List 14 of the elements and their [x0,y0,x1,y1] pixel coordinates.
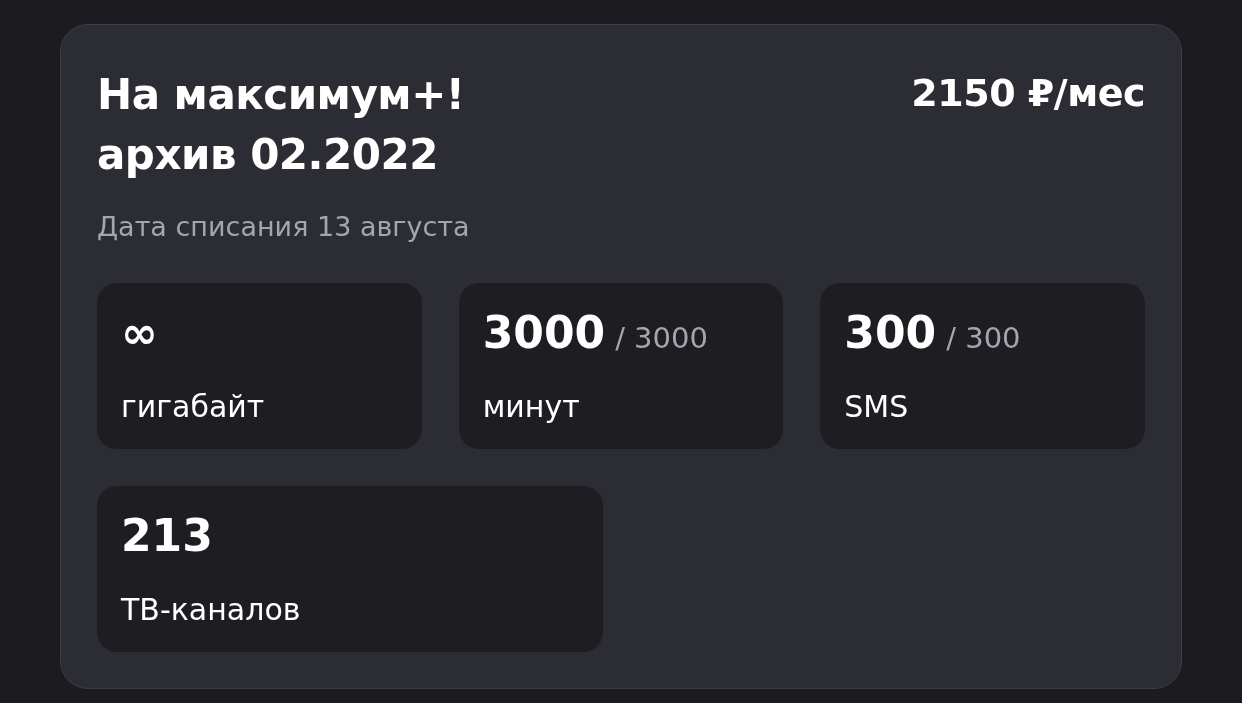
allowance-label: гигабайт [121,388,266,426]
allowance-total: / 3000 [615,321,708,355]
allowance-value: 213 [121,509,213,563]
allowance-value: 3000 [482,306,606,360]
tariff-title: архив 02.2022 [97,129,439,181]
allowance-label: SMS [844,388,910,426]
allowance-value: 300 [844,306,937,360]
allowance-total: / 300 [946,321,1021,355]
allowance-value: ∞ [121,306,158,360]
allowance-label: ТВ-каналов [121,591,302,629]
allowance-label: минут [482,388,581,426]
price: 2150 ₽/мес [911,70,1145,117]
charge-date: Дата списания 13 августа [97,210,471,244]
tariff-title: На максимум+! [97,69,465,121]
